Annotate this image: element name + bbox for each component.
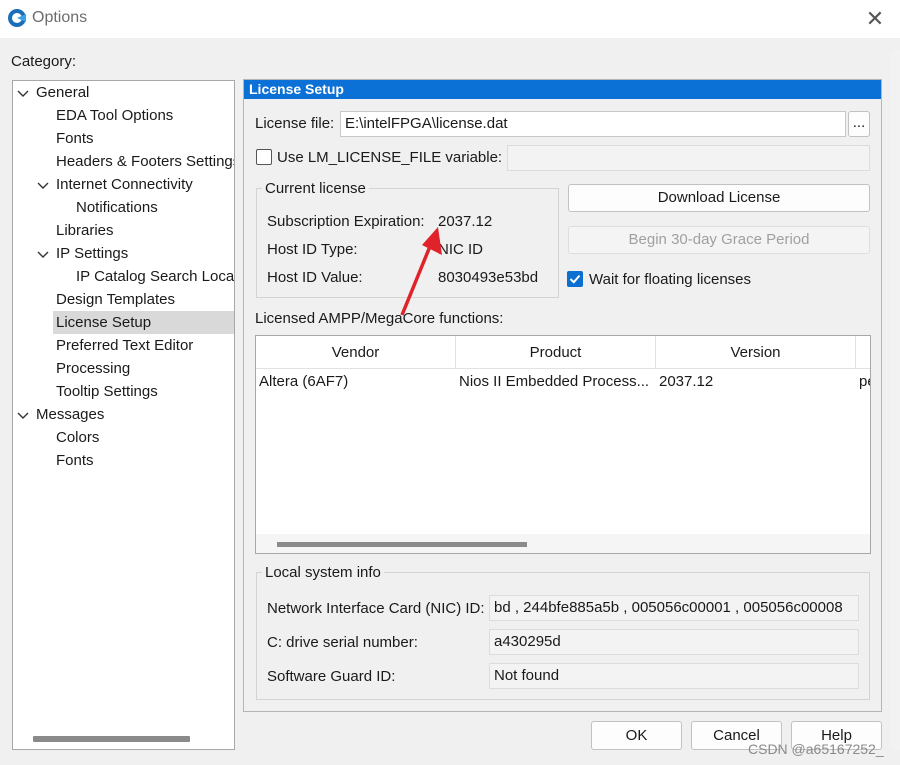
checkmark-icon bbox=[569, 274, 581, 284]
app-logo-icon bbox=[8, 9, 26, 27]
tree-item-design-templates[interactable]: Design Templates bbox=[56, 288, 175, 311]
tree-item-license-setup[interactable]: License Setup bbox=[53, 311, 234, 334]
browse-button[interactable]: ... bbox=[848, 111, 870, 137]
ampp-table[interactable]: Vendor Product Version Altera (6AF7) Nio… bbox=[255, 335, 871, 554]
subscription-expiration-value: 2037.12 bbox=[438, 213, 493, 230]
table-cell-product[interactable]: Nios II Embedded Process... bbox=[459, 373, 654, 390]
column-header-vendor[interactable]: Vendor bbox=[256, 336, 456, 369]
tree-item-eda-tool-options[interactable]: EDA Tool Options bbox=[56, 104, 173, 127]
grace-period-button[interactable]: Begin 30-day Grace Period bbox=[568, 226, 870, 254]
lm-license-file-input bbox=[507, 145, 870, 171]
tree-item-general[interactable]: General bbox=[36, 81, 89, 104]
license-file-input[interactable]: E:\intelFPGA\license.dat bbox=[340, 111, 846, 137]
category-label: Category: bbox=[11, 53, 77, 70]
column-header-extra[interactable] bbox=[856, 336, 870, 369]
tree-item-preferred-text-editor[interactable]: Preferred Text Editor bbox=[56, 334, 193, 357]
table-horizontal-scrollbar[interactable] bbox=[256, 534, 870, 553]
tree-item-colors[interactable]: Colors bbox=[56, 426, 99, 449]
table-cell-version[interactable]: 2037.12 bbox=[659, 373, 854, 390]
host-id-type-label: Host ID Type: bbox=[267, 241, 358, 258]
window-title: Options bbox=[32, 9, 88, 26]
column-header-version[interactable]: Version bbox=[656, 336, 856, 369]
wait-floating-checkbox[interactable] bbox=[567, 271, 583, 287]
annotation-arrow-icon bbox=[400, 227, 442, 316]
chevron-down-icon[interactable] bbox=[37, 180, 49, 192]
use-env-checkbox[interactable] bbox=[256, 149, 272, 165]
host-id-value-label: Host ID Value: bbox=[267, 269, 363, 286]
tree-item-internet-connectivity[interactable]: Internet Connectivity bbox=[56, 173, 193, 196]
tree-item-notifications[interactable]: Notifications bbox=[76, 196, 158, 219]
chevron-down-icon[interactable] bbox=[17, 88, 29, 100]
close-icon[interactable]: ✕ bbox=[862, 6, 888, 32]
drive-serial-label: C: drive serial number: bbox=[267, 634, 418, 651]
software-guard-field[interactable]: Not found bbox=[489, 663, 859, 689]
ok-button[interactable]: OK bbox=[591, 721, 682, 750]
table-scrollbar-thumb[interactable] bbox=[277, 542, 527, 547]
ampp-label: Licensed AMPP/MegaCore functions: bbox=[255, 310, 504, 327]
tree-item-tooltip-settings[interactable]: Tooltip Settings bbox=[56, 380, 158, 403]
table-cell-vendor[interactable]: Altera (6AF7) bbox=[259, 373, 454, 390]
local-system-info-title: Local system info bbox=[262, 564, 384, 581]
nic-id-label: Network Interface Card (NIC) ID: bbox=[267, 600, 485, 617]
column-header-product[interactable]: Product bbox=[456, 336, 656, 369]
tree-item-ip-catalog-search[interactable]: IP Catalog Search Locations bbox=[76, 265, 234, 288]
title-bar bbox=[0, 0, 900, 38]
chevron-down-icon[interactable] bbox=[17, 410, 29, 422]
tree-item-messages[interactable]: Messages bbox=[36, 403, 104, 426]
license-file-label: License file: bbox=[255, 115, 335, 132]
category-tree[interactable]: General EDA Tool Options Fonts Headers &… bbox=[12, 80, 235, 750]
wait-floating-label: Wait for floating licenses bbox=[589, 271, 752, 288]
window-scrollbar[interactable] bbox=[891, 50, 900, 750]
tree-item-message-fonts[interactable]: Fonts bbox=[56, 449, 94, 472]
tree-item-ip-settings[interactable]: IP Settings bbox=[56, 242, 128, 265]
watermark: CSDN @a65167252_ bbox=[748, 741, 884, 757]
tree-item-libraries[interactable]: Libraries bbox=[56, 219, 114, 242]
tree-item-processing[interactable]: Processing bbox=[56, 357, 130, 380]
drive-serial-field[interactable]: a430295d bbox=[489, 629, 859, 655]
software-guard-label: Software Guard ID: bbox=[267, 668, 396, 685]
download-license-button[interactable]: Download License bbox=[568, 184, 870, 212]
table-cell-extra[interactable]: pe bbox=[859, 373, 870, 390]
nic-id-field[interactable]: bd , 244bfe885a5b , 005056c00001 , 00505… bbox=[489, 595, 859, 621]
chevron-down-icon[interactable] bbox=[37, 249, 49, 261]
tree-item-fonts[interactable]: Fonts bbox=[56, 127, 94, 150]
tree-horizontal-scrollbar[interactable] bbox=[33, 736, 190, 742]
tree-item-headers-footers[interactable]: Headers & Footers Settings bbox=[56, 150, 234, 173]
use-env-label: Use LM_LICENSE_FILE variable: bbox=[277, 149, 503, 166]
host-id-value-value: 8030493e53bd bbox=[438, 269, 539, 286]
current-license-title: Current license bbox=[262, 180, 369, 197]
panel-title: License Setup bbox=[244, 80, 881, 99]
